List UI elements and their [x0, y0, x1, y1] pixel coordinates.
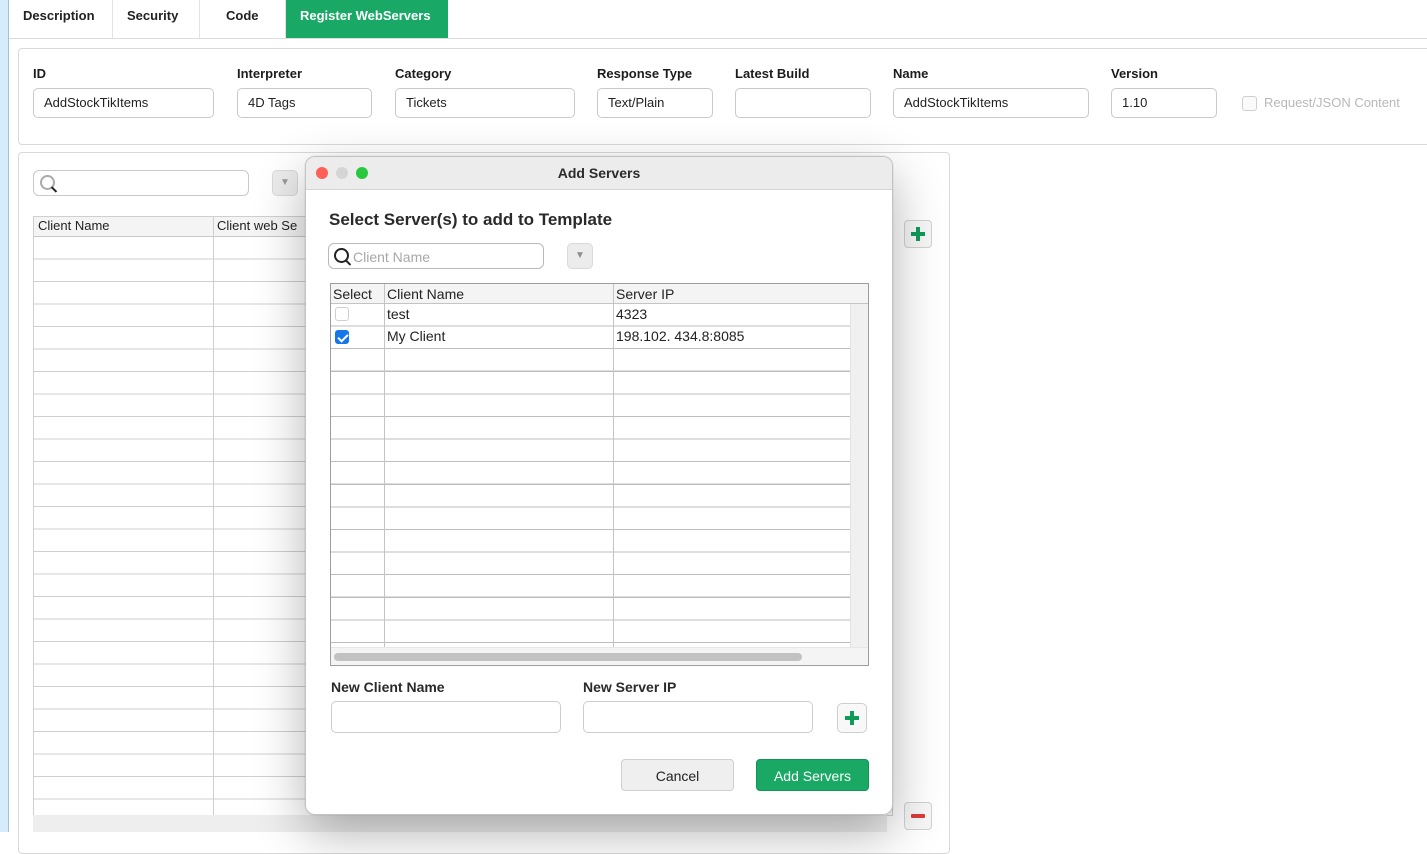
- tab-security[interactable]: Security: [113, 0, 200, 38]
- window-left-edge: [0, 0, 9, 832]
- webservers-search-input[interactable]: [33, 170, 249, 196]
- interpreter-field[interactable]: 4D Tags: [237, 88, 372, 118]
- request-json-label: Request/JSON Content: [1264, 95, 1400, 110]
- column-client-name[interactable]: Client Name: [38, 218, 110, 233]
- scrollbar-thumb[interactable]: [334, 653, 802, 661]
- search-icon: [334, 248, 349, 263]
- add-servers-dialog: Add Servers Select Server(s) to add to T…: [305, 156, 893, 815]
- servers-table-header: Select Client Name Server IP: [331, 284, 868, 304]
- response-type-label: Response Type: [597, 66, 693, 81]
- interpreter-label: Interpreter: [237, 66, 303, 81]
- add-servers-button[interactable]: Add Servers: [756, 759, 869, 791]
- response-type-field[interactable]: Text/Plain: [597, 88, 713, 118]
- category-field[interactable]: Tickets: [395, 88, 575, 118]
- new-server-ip-field[interactable]: [583, 701, 813, 733]
- dialog-title: Add Servers: [557, 165, 641, 181]
- column-client-name[interactable]: Client Name: [387, 286, 464, 302]
- column-divider: [213, 217, 214, 815]
- dialog-titlebar: Add Servers: [306, 157, 892, 190]
- filter-dropdown-icon[interactable]: ▼: [567, 243, 593, 269]
- client-search-field[interactable]: [328, 243, 544, 269]
- row-client-name: My Client: [387, 328, 446, 344]
- column-client-web-server[interactable]: Client web Se: [217, 218, 297, 233]
- column-divider: [384, 284, 385, 650]
- add-webserver-button[interactable]: [904, 220, 932, 248]
- cancel-button[interactable]: Cancel: [621, 759, 734, 791]
- latest-build-field[interactable]: [735, 88, 871, 118]
- row-server-ip: 4323: [616, 306, 648, 322]
- category-label: Category: [395, 66, 452, 81]
- filter-dropdown-icon[interactable]: ▼: [272, 170, 298, 196]
- new-server-ip-input[interactable]: [584, 702, 812, 732]
- request-json-checkbox[interactable]: [1242, 96, 1257, 111]
- row-select-checkbox[interactable]: [335, 330, 349, 344]
- tab-description[interactable]: Description: [9, 0, 113, 38]
- row-client-name: test: [387, 306, 410, 322]
- name-label: Name: [893, 66, 929, 81]
- new-client-name-field[interactable]: [331, 701, 561, 733]
- tab-bar: Description Security Code Register WebSe…: [9, 0, 1427, 39]
- servers-horizontal-scrollbar[interactable]: [331, 647, 868, 665]
- new-client-name-label: New Client Name: [331, 679, 445, 695]
- plus-icon: [845, 711, 859, 725]
- add-new-server-button[interactable]: [837, 703, 867, 733]
- servers-vertical-scrollbar[interactable]: [850, 304, 868, 650]
- main-window: Description Security Code Register WebSe…: [0, 0, 1427, 854]
- column-server-ip[interactable]: Server IP: [616, 286, 674, 302]
- row-select-checkbox[interactable]: [335, 307, 349, 321]
- tab-code[interactable]: Code: [200, 0, 286, 38]
- id-label: ID: [33, 66, 46, 81]
- servers-table-rows: [331, 304, 851, 650]
- name-field[interactable]: AddStockTikItems: [893, 88, 1089, 118]
- new-server-ip-label: New Server IP: [583, 679, 677, 695]
- latest-build-label: Latest Build: [735, 66, 810, 81]
- version-field[interactable]: 1.10: [1111, 88, 1217, 118]
- plus-icon: [911, 227, 925, 241]
- row-server-ip: 198.102. 434.8:8085: [616, 328, 745, 344]
- remove-webserver-button[interactable]: [904, 802, 932, 830]
- column-divider: [613, 284, 614, 650]
- search-icon: [40, 175, 55, 190]
- id-field[interactable]: AddStockTikItems: [33, 88, 214, 118]
- servers-table: Select Client Name Server IP test 4323 M…: [330, 283, 869, 666]
- column-select[interactable]: Select: [333, 286, 372, 302]
- dialog-heading: Select Server(s) to add to Template: [329, 210, 613, 229]
- webservers-horizontal-scrollbar[interactable]: [33, 815, 887, 832]
- client-search-input[interactable]: [351, 246, 540, 268]
- minus-icon: [911, 814, 925, 818]
- new-client-name-input[interactable]: [332, 702, 560, 732]
- version-label: Version: [1111, 66, 1158, 81]
- tab-register-webservers[interactable]: Register WebServers: [286, 0, 448, 38]
